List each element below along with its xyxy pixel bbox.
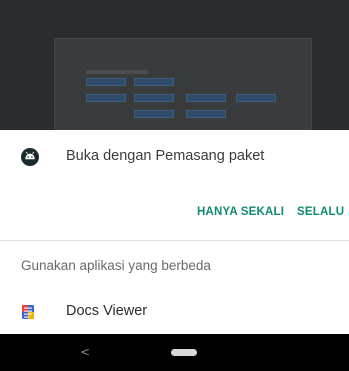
background-app-scrim [0,0,349,148]
app-item-label: Docs Viewer [66,303,148,319]
open-with-label: Buka dengan Pemasang paket [66,148,265,164]
docs-viewer-icon [22,305,34,319]
navigation-bar: < [0,334,349,371]
background-diagram-box [236,94,276,102]
background-diagram-box [86,94,126,102]
background-diagram-box [86,78,126,86]
divider [0,240,349,241]
background-diagram-box [186,110,226,118]
screen: Buka dengan Pemasang paket HANYA SEKALI … [0,0,349,371]
background-diagram-box [186,94,226,102]
android-icon [21,148,39,166]
action-buttons: HANYA SEKALI SELALU [0,206,349,224]
background-diagram-box [134,78,174,86]
background-document-heading [86,70,148,74]
open-with-row[interactable]: Buka dengan Pemasang paket [0,130,349,184]
app-chooser-sheet: Buka dengan Pemasang paket HANYA SEKALI … [0,130,349,334]
always-button[interactable]: SELALU [297,206,344,218]
app-item-docs-viewer[interactable]: Docs Viewer [0,292,349,332]
background-diagram-box [134,94,174,102]
home-pill-icon[interactable] [171,349,197,356]
other-apps-heading: Gunakan aplikasi yang berbeda [21,258,211,273]
just-once-button[interactable]: HANYA SEKALI [197,206,284,218]
back-chevron-icon[interactable]: < [78,343,92,361]
background-diagram-box [134,110,174,118]
